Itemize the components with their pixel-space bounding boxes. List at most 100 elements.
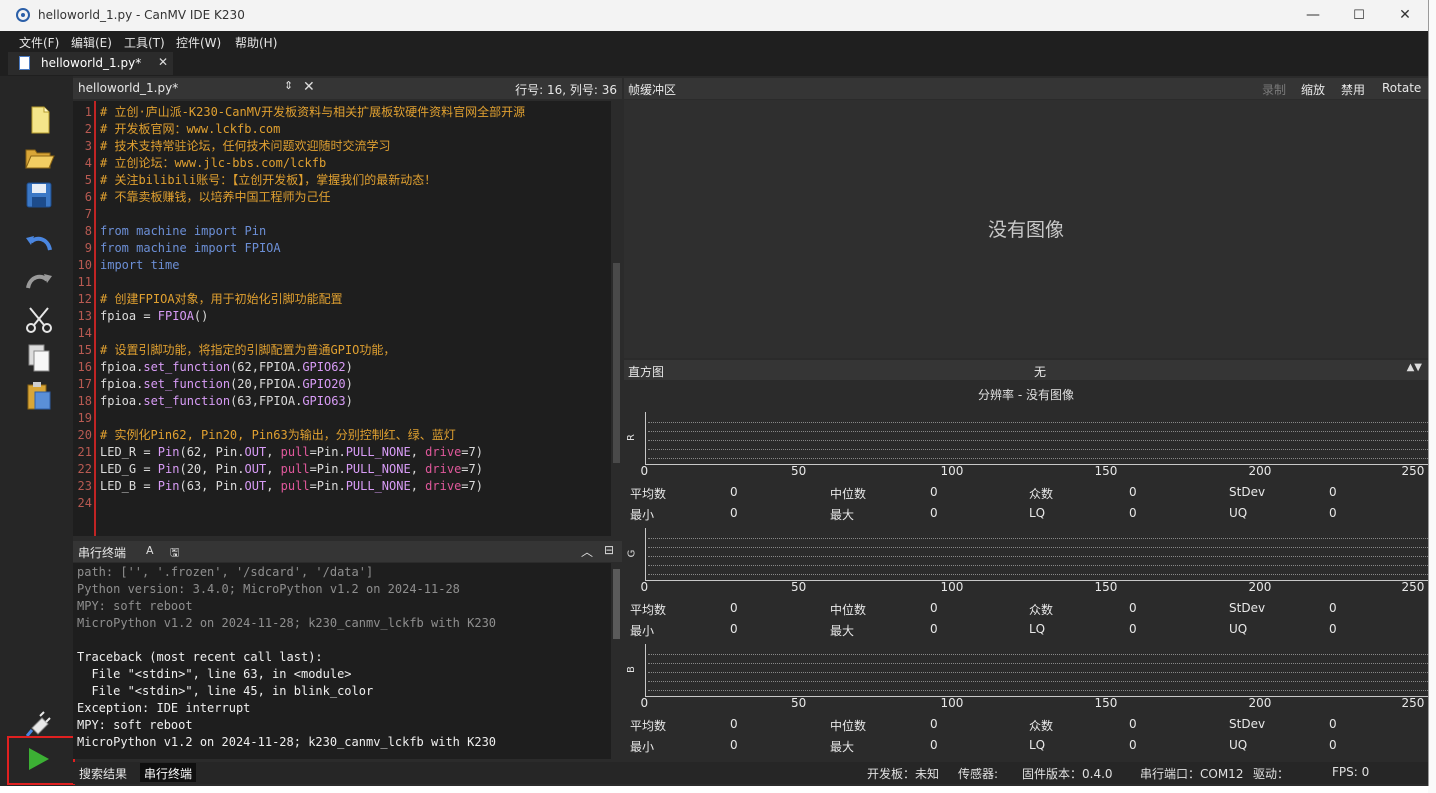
- minimize-button[interactable]: —: [1290, 0, 1336, 31]
- x-axis: [645, 696, 1428, 697]
- channel-label: B: [625, 666, 637, 673]
- code-token: (20,FPIOA.: [230, 377, 303, 391]
- stat-label: 中位数: [830, 603, 867, 617]
- select-arrows-icon[interactable]: ▲▼: [1407, 362, 1422, 373]
- maximize-button[interactable]: ☐: [1336, 0, 1382, 31]
- save-icon[interactable]: [22, 178, 56, 212]
- code-token: machine: [136, 224, 194, 238]
- stat-label: 中位数: [830, 487, 867, 501]
- rotate-button[interactable]: Rotate: [1382, 81, 1421, 95]
- paste-icon[interactable]: [22, 379, 56, 413]
- new-file-icon[interactable]: [22, 103, 56, 137]
- code-line: LED_G = Pin(20, Pin.OUT, pull=Pin.PULL_N…: [100, 461, 483, 478]
- code-token: set_function: [143, 377, 231, 391]
- stat-value: 0: [730, 485, 738, 499]
- status-board: 开发板：未知: [867, 767, 940, 781]
- grid-line: [648, 654, 1428, 655]
- stat-label: 最小: [630, 508, 655, 522]
- terminal-collapse-icon[interactable]: ︿: [581, 543, 593, 560]
- grid-line: [648, 538, 1428, 539]
- stat-label: 中位数: [830, 719, 867, 733]
- line-number: 6: [84, 190, 92, 204]
- framebuffer-view: 没有图像: [624, 100, 1428, 358]
- terminal-float-icon[interactable]: ⊟: [604, 543, 614, 557]
- code-token: LED_G =: [100, 462, 158, 476]
- record-button[interactable]: 录制: [1262, 81, 1286, 98]
- undo-icon[interactable]: [22, 226, 56, 260]
- serial-terminal[interactable]: path: ['', '.frozen', '/sdcard', '/data'…: [73, 563, 611, 759]
- code-token: LED_B =: [100, 479, 158, 493]
- editor-scrollbar[interactable]: [611, 101, 622, 536]
- editor-header: helloworld_1.py* ⇕ ✕ 行号: 16, 列号: 36: [73, 78, 622, 99]
- file-tab-close-button[interactable]: ✕: [158, 55, 168, 69]
- terminal-scrollbar[interactable]: [611, 563, 622, 759]
- ide-window: helloworld_1.py - CanMV IDE K230 — ☐ ✕ 文…: [0, 0, 1429, 786]
- terminal-line: MicroPython v1.2 on 2024-11-28; k230_can…: [77, 735, 497, 749]
- code-token: # 开发板官网：www.lckfb.com: [100, 122, 281, 136]
- x-tick-label: 150: [1094, 580, 1118, 594]
- editor-filename[interactable]: helloworld_1.py*: [78, 81, 178, 95]
- code-editor[interactable]: 1 2 3 4 5 6 7 8 9 10 11 12 13 14 15 16 17 18 19 20 21 22 23 24 …: [73, 101, 611, 536]
- terminal-save-icon[interactable]: 🖫: [170, 544, 179, 563]
- code-token: drive: [425, 445, 462, 459]
- menu-widgets[interactable]: 控件(W): [176, 34, 221, 51]
- connect-plug-icon[interactable]: [22, 706, 56, 740]
- histogram-chart-b: [644, 644, 1428, 697]
- x-tick-label: 0: [640, 696, 649, 710]
- stat-label: 平均数: [630, 719, 667, 733]
- menu-file[interactable]: 文件(F): [19, 34, 59, 51]
- terminal-line: Exception: IDE interrupt: [77, 701, 251, 715]
- terminal-line: File "<stdin>", line 63, in <module>: [77, 667, 352, 681]
- x-tick-label: 250: [1401, 580, 1425, 594]
- menu-help[interactable]: 帮助(H): [235, 34, 277, 51]
- code-line: from machine import FPIOA: [100, 240, 281, 257]
- code-line: # 设置引脚功能，将指定的引脚配置为普通GPIO功能，: [100, 342, 395, 359]
- editor-close-icon[interactable]: ✕: [303, 79, 315, 95]
- code-token: ,: [410, 462, 426, 476]
- y-axis: [645, 644, 646, 696]
- line-number: 10: [77, 258, 92, 272]
- close-button[interactable]: ✕: [1382, 0, 1428, 31]
- histogram-chart-g: [644, 528, 1428, 581]
- code-line: # 立创·庐山派-K230-CanMV开发板资料与相关扩展板软硬件资料官网全部开…: [100, 104, 525, 121]
- stat-label: 最小: [630, 624, 655, 638]
- code-line: import time: [100, 257, 179, 274]
- stat-label: LQ: [1029, 506, 1046, 520]
- histogram-mode-select[interactable]: 无: [1034, 363, 1046, 380]
- code-token: ,: [266, 445, 281, 459]
- menu-tools[interactable]: 工具(T): [124, 34, 165, 51]
- terminal-line: MPY: soft reboot: [77, 599, 193, 613]
- channel-label: R: [625, 434, 637, 441]
- run-icon[interactable]: [29, 748, 49, 770]
- grid-line: [648, 440, 1428, 441]
- status-driver: 驱动：: [1253, 767, 1290, 781]
- disable-button[interactable]: 禁用: [1341, 81, 1365, 98]
- open-folder-icon[interactable]: [22, 140, 56, 174]
- cut-icon[interactable]: [22, 303, 56, 337]
- stat-value: 0: [730, 717, 738, 731]
- file-switch-arrows-icon[interactable]: ⇕: [284, 79, 293, 92]
- copy-icon[interactable]: [22, 341, 56, 375]
- zoom-button[interactable]: 缩放: [1301, 81, 1325, 98]
- stat-label: StDev: [1229, 485, 1266, 499]
- stat-value: 0: [730, 738, 738, 752]
- code-token: (62,FPIOA.: [230, 360, 303, 374]
- tab-serial-terminal[interactable]: 串行终端: [140, 763, 197, 782]
- code-token: pull: [280, 445, 310, 459]
- stat-label: 最小: [630, 740, 655, 754]
- file-tab[interactable]: helloworld_1.py* ✕: [8, 52, 173, 75]
- terminal-scroll-thumb[interactable]: [613, 569, 620, 639]
- code-token: # 立创·庐山派-K230-CanMV开发板资料与相关扩展板软硬件资料官网全部开…: [100, 105, 526, 119]
- redo-icon[interactable]: [22, 264, 56, 298]
- tab-search-results[interactable]: 搜索结果: [79, 765, 127, 782]
- code-token: ): [345, 394, 353, 408]
- terminal-font-icon[interactable]: A: [146, 544, 154, 557]
- code-token: =7): [461, 479, 483, 493]
- stat-value: 0: [930, 738, 938, 752]
- x-tick-label: 100: [940, 580, 964, 594]
- code-token: fpioa =: [100, 309, 158, 323]
- code-token: fpioa.: [100, 377, 144, 391]
- menu-edit[interactable]: 编辑(E): [71, 34, 112, 51]
- line-number: 8: [84, 224, 92, 238]
- editor-scroll-thumb[interactable]: [613, 263, 620, 463]
